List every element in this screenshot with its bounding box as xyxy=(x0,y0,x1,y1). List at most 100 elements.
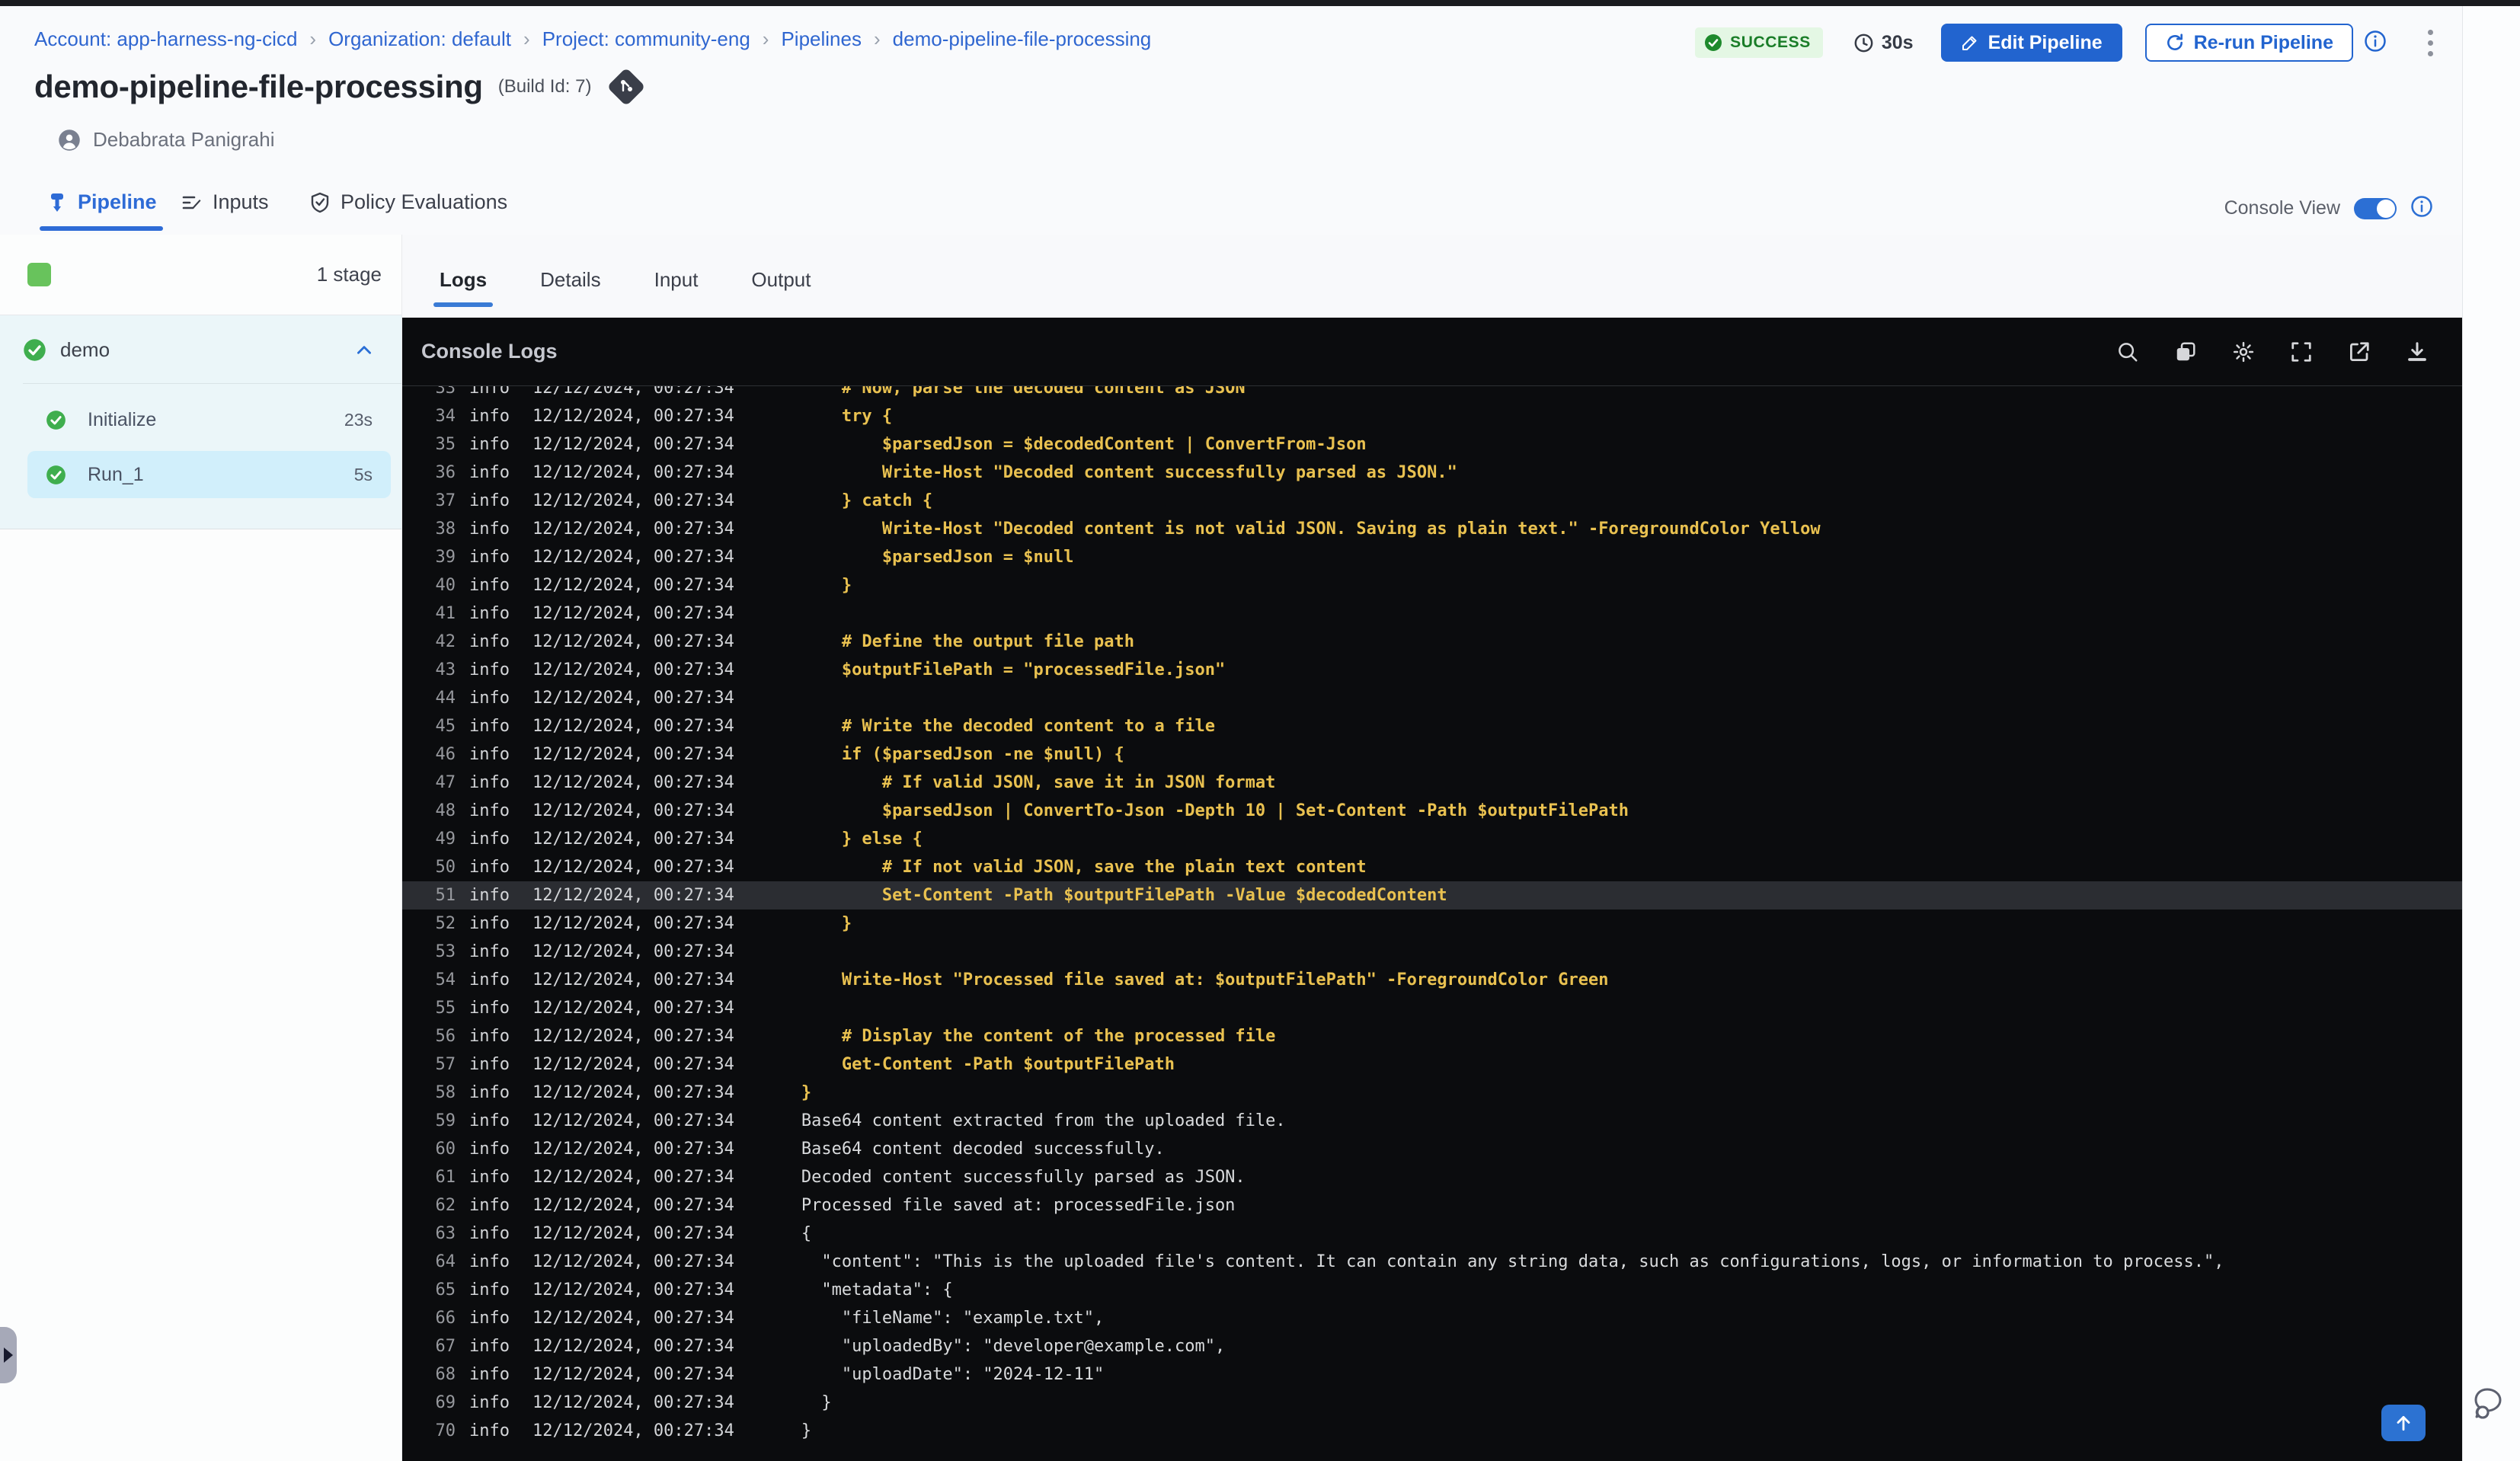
shield-check-icon xyxy=(311,192,329,213)
log-row[interactable]: 59 info 12/12/2024, 00:27:34 Base64 content… xyxy=(402,1107,2462,1135)
log-row[interactable]: 43 info 12/12/2024, 00:27:34 $outputFilePa… xyxy=(402,656,2462,684)
log-row[interactable]: 44 info 12/12/2024, 00:27:34 xyxy=(402,684,2462,712)
log-row[interactable]: 53 info 12/12/2024, 00:27:34 xyxy=(402,938,2462,966)
step-name: Initialize xyxy=(88,408,157,430)
log-row[interactable]: 63 info 12/12/2024, 00:27:34 { xyxy=(402,1220,2462,1248)
log-timestamp: 12/12/2024, 00:27:34 xyxy=(532,407,734,426)
log-message: Base64 content extracted from the upload… xyxy=(801,1111,1286,1130)
log-row[interactable]: 42 info 12/12/2024, 00:27:34 # Define the … xyxy=(402,628,2462,656)
log-row[interactable]: 62 info 12/12/2024, 00:27:34 Processed file… xyxy=(402,1191,2462,1220)
step-row-initialize[interactable]: Initialize 23s xyxy=(27,396,391,443)
log-row[interactable]: 65 info 12/12/2024, 00:27:34 "metadata": { xyxy=(402,1276,2462,1304)
log-level: info xyxy=(469,491,510,510)
log-row[interactable]: 57 info 12/12/2024, 00:27:34 Get-Content -… xyxy=(402,1050,2462,1079)
log-row[interactable]: 50 info 12/12/2024, 00:27:34 # If not vali… xyxy=(402,853,2462,881)
log-tab-input[interactable]: Input xyxy=(653,250,700,310)
search-icon[interactable] xyxy=(2116,340,2139,363)
breadcrumb-pipelines[interactable]: Pipelines xyxy=(781,27,862,51)
step-name: Run_1 xyxy=(88,463,144,485)
log-message: } xyxy=(801,1393,832,1412)
log-row[interactable]: 47 info 12/12/2024, 00:27:34 # If valid JS… xyxy=(402,769,2462,797)
log-line-number: 59 xyxy=(435,1111,456,1130)
scroll-to-top-button[interactable] xyxy=(2381,1405,2426,1441)
log-row[interactable]: 36 info 12/12/2024, 00:27:34 Write-Host "D… xyxy=(402,459,2462,487)
log-row[interactable]: 33 info 12/12/2024, 00:27:34 # Now, parse … xyxy=(402,386,2462,402)
log-row[interactable]: 67 info 12/12/2024, 00:27:34 "uploadedBy":… xyxy=(402,1332,2462,1360)
tab-inputs[interactable]: Inputs xyxy=(181,190,269,231)
edit-pipeline-button[interactable]: Edit Pipeline xyxy=(1940,24,2122,62)
log-tab-output[interactable]: Output xyxy=(750,250,812,310)
log-level: info xyxy=(469,1196,510,1215)
log-row[interactable]: 41 info 12/12/2024, 00:27:34 xyxy=(402,599,2462,628)
log-row[interactable]: 52 info 12/12/2024, 00:27:34 } xyxy=(402,910,2462,938)
log-row[interactable]: 35 info 12/12/2024, 00:27:34 $parsedJson =… xyxy=(402,430,2462,459)
log-row[interactable]: 69 info 12/12/2024, 00:27:34 } xyxy=(402,1389,2462,1417)
inputs-icon xyxy=(182,196,201,209)
expand-nav-handle[interactable] xyxy=(0,1327,17,1383)
log-line-number: 41 xyxy=(435,604,456,623)
log-row[interactable]: 68 info 12/12/2024, 00:27:34 "uploadDate":… xyxy=(402,1360,2462,1389)
log-message: { xyxy=(801,1224,812,1243)
fullscreen-icon[interactable] xyxy=(2290,340,2313,363)
log-row[interactable]: 54 info 12/12/2024, 00:27:34 Write-Host "P… xyxy=(402,966,2462,994)
log-row[interactable]: 38 info 12/12/2024, 00:27:34 Write-Host "D… xyxy=(402,515,2462,543)
settings-gear-icon[interactable] xyxy=(2232,340,2255,363)
breadcrumb-project[interactable]: Project: community-eng xyxy=(542,27,750,51)
log-row[interactable]: 37 info 12/12/2024, 00:27:34 } catch { xyxy=(402,487,2462,515)
copy-icon[interactable] xyxy=(2174,340,2197,363)
log-level: info xyxy=(469,830,510,849)
log-row[interactable]: 66 info 12/12/2024, 00:27:34 "fileName": "… xyxy=(402,1304,2462,1332)
chevron-up-icon[interactable] xyxy=(354,340,374,360)
console-view-toggle[interactable] xyxy=(2354,197,2397,219)
stage-row-demo[interactable]: demo xyxy=(0,315,401,362)
log-tab-logs[interactable]: Logs xyxy=(433,250,494,310)
open-in-new-icon[interactable] xyxy=(2348,340,2371,363)
log-row[interactable]: 40 info 12/12/2024, 00:27:34 } xyxy=(402,571,2462,599)
log-row[interactable]: 39 info 12/12/2024, 00:27:34 $parsedJson =… xyxy=(402,543,2462,571)
log-row[interactable]: 45 info 12/12/2024, 00:27:34 # Write the d… xyxy=(402,712,2462,740)
log-message: $parsedJson = $decodedContent | ConvertF… xyxy=(801,435,1367,454)
log-row[interactable]: 46 info 12/12/2024, 00:27:34 if ($parsedJs… xyxy=(402,740,2462,769)
breadcrumb-account[interactable]: Account: app-harness-ng-cicd xyxy=(34,27,297,51)
log-tab-details[interactable]: Details xyxy=(539,250,602,310)
rerun-pipeline-button[interactable]: Re-run Pipeline xyxy=(2144,24,2353,62)
log-timestamp: 12/12/2024, 00:27:34 xyxy=(532,548,734,567)
download-icon[interactable] xyxy=(2406,340,2429,363)
log-level: info xyxy=(469,801,510,820)
breadcrumb-organization[interactable]: Organization: default xyxy=(328,27,511,51)
breadcrumb: Account: app-harness-ng-cicd › Organizat… xyxy=(34,27,1151,51)
log-row[interactable]: 55 info 12/12/2024, 00:27:34 xyxy=(402,994,2462,1022)
log-level: info xyxy=(469,1140,510,1159)
tab-policy-evaluations[interactable]: Policy Evaluations xyxy=(309,190,507,231)
log-row[interactable]: 48 info 12/12/2024, 00:27:34 $parsedJson |… xyxy=(402,797,2462,825)
log-row[interactable]: 34 info 12/12/2024, 00:27:34 try { xyxy=(402,402,2462,430)
log-row[interactable]: 56 info 12/12/2024, 00:27:34 # Display the… xyxy=(402,1022,2462,1050)
duration-indicator: 30s xyxy=(1853,32,1914,54)
log-row[interactable]: 64 info 12/12/2024, 00:27:34 "content": "T… xyxy=(402,1248,2462,1276)
breadcrumb-current-pipeline[interactable]: demo-pipeline-file-processing xyxy=(893,27,1152,51)
log-row[interactable]: 61 info 12/12/2024, 00:27:34 Decoded conten… xyxy=(402,1163,2462,1191)
more-options-menu[interactable] xyxy=(2423,25,2438,61)
log-row[interactable]: 58 info 12/12/2024, 00:27:34} xyxy=(402,1079,2462,1107)
log-row[interactable]: 70 info 12/12/2024, 00:27:34} xyxy=(402,1417,2462,1445)
log-row[interactable]: 51 info 12/12/2024, 00:27:34 Set-Content -… xyxy=(402,881,2462,910)
rerun-info-icon[interactable] xyxy=(2364,30,2387,56)
console-header: Console Logs xyxy=(402,318,2462,386)
log-message: } xyxy=(801,1083,812,1102)
tab-pipeline[interactable]: Pipeline xyxy=(40,190,163,231)
log-line-number: 49 xyxy=(435,830,456,849)
console-view-info-icon[interactable] xyxy=(2410,195,2433,222)
log-message: "content": "This is the uploaded file's … xyxy=(801,1252,2224,1271)
console-view-control: Console View xyxy=(2224,195,2433,222)
log-row[interactable]: 49 info 12/12/2024, 00:27:34 } else { xyxy=(402,825,2462,853)
log-row[interactable]: 60 info 12/12/2024, 00:27:34 Base64 content… xyxy=(402,1135,2462,1163)
log-level: info xyxy=(469,407,510,426)
log-timestamp: 12/12/2024, 00:27:34 xyxy=(532,1280,734,1300)
log-viewport[interactable]: 33 info 12/12/2024, 00:27:34 # Now, parse … xyxy=(402,386,2462,1461)
status-label: SUCCESS xyxy=(1730,34,1811,51)
step-duration: 5s xyxy=(353,464,373,484)
step-row-run-1[interactable]: Run_1 5s xyxy=(27,451,391,498)
log-level: info xyxy=(469,576,510,595)
support-chat-icon[interactable] xyxy=(2472,1385,2512,1421)
log-line-number: 44 xyxy=(435,689,456,708)
